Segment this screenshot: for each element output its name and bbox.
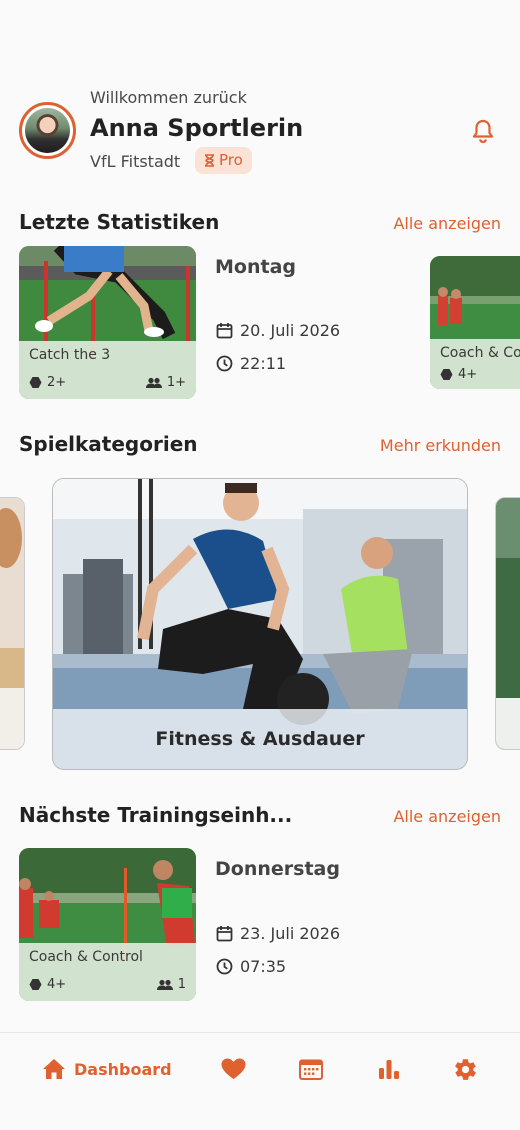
activity-players: 1 [156,977,186,992]
bell-icon[interactable] [471,118,495,144]
profile-header: Willkommen zurück Anna Sportlerin VfL Fi… [19,88,501,178]
people-icon [145,377,162,388]
hexagon-icon [29,377,42,388]
category-label: Fitness & Ausdauer [53,709,467,769]
home-icon [43,1059,65,1079]
calendar-grid-icon [299,1059,323,1080]
club-name: VfL Fitstadt [90,152,181,171]
stats-time: 22:11 [240,354,287,373]
pro-badge-label: Pro [219,151,243,169]
activity-level-value: 2+ [47,375,67,390]
people-icon [156,979,173,990]
categories-section-title: Spielkategorien [19,432,198,456]
stats-section-title: Letzte Statistiken [19,210,220,234]
hexagon-icon [29,979,42,990]
activity-players-value: 1+ [166,375,186,390]
hourglass-icon [205,154,214,167]
next-see-all-link[interactable]: Alle anzeigen [393,807,501,826]
stats-date: 20. Juli 2026 [240,321,341,340]
activity-level-value: 4+ [458,367,478,382]
pro-badge: Pro [195,147,252,174]
category-card-active[interactable]: Fitness & Ausdauer [52,478,468,770]
next-date: 23. Juli 2026 [240,924,341,943]
stats-date-row: 20. Juli 2026 [216,321,340,340]
stats-see-all-link[interactable]: Alle anzeigen [393,214,501,233]
nav-dashboard-label: Dashboard [74,1059,172,1079]
bar-chart-icon [379,1060,399,1079]
stats-time-row: 22:11 [216,354,286,373]
calendar-icon [216,926,233,942]
next-date-row: 23. Juli 2026 [216,924,340,943]
activity-level: 4+ [440,367,477,382]
stats-activity-card[interactable]: Catch the 3 2+ 1+ [19,246,196,399]
next-section-title: Nächste Trainingseinh... [19,803,293,827]
heart-icon [221,1058,246,1079]
hexagon-icon [440,369,453,380]
activity-name: Catch the 3 [29,347,111,363]
clock-icon [216,958,233,975]
avatar[interactable] [19,102,76,159]
categories-explore-link[interactable]: Mehr erkunden [380,436,501,455]
activity-info-panel: Coach & Control 4+ 1 [19,943,196,1001]
activity-level: 2+ [29,375,66,390]
category-card-next[interactable] [495,497,520,750]
next-time: 07:35 [240,957,287,976]
category-image [496,498,520,749]
activity-name: Coach & Co [440,345,520,361]
calendar-icon [216,323,233,339]
gear-icon [455,1058,476,1080]
activity-players: 1+ [145,375,186,390]
nav-favorites[interactable] [221,1055,246,1083]
nav-settings[interactable] [453,1055,478,1083]
activity-info-panel: Coach & Co 4+ [430,339,520,389]
clock-icon [216,355,233,372]
category-card-prev[interactable] [0,497,25,750]
stats-activity-card-peek[interactable]: Coach & Co 4+ [430,256,520,389]
bottom-navigation: Dashboard [0,1032,520,1130]
nav-dashboard[interactable]: Dashboard [42,1055,172,1083]
activity-level-value: 4+ [47,977,67,992]
nav-statistics[interactable] [378,1055,400,1083]
next-day: Donnerstag [215,858,340,880]
nav-calendar[interactable] [299,1055,323,1083]
activity-name: Coach & Control [29,949,143,965]
next-time-row: 07:35 [216,957,286,976]
user-name: Anna Sportlerin [90,114,304,142]
category-image [0,498,24,749]
activity-players-value: 1 [177,977,186,992]
welcome-text: Willkommen zurück [90,88,247,107]
activity-info-panel: Catch the 3 2+ 1+ [19,341,196,399]
stats-day: Montag [215,256,296,278]
next-activity-card[interactable]: Coach & Control 4+ 1 [19,848,196,1001]
activity-level: 4+ [29,977,66,992]
